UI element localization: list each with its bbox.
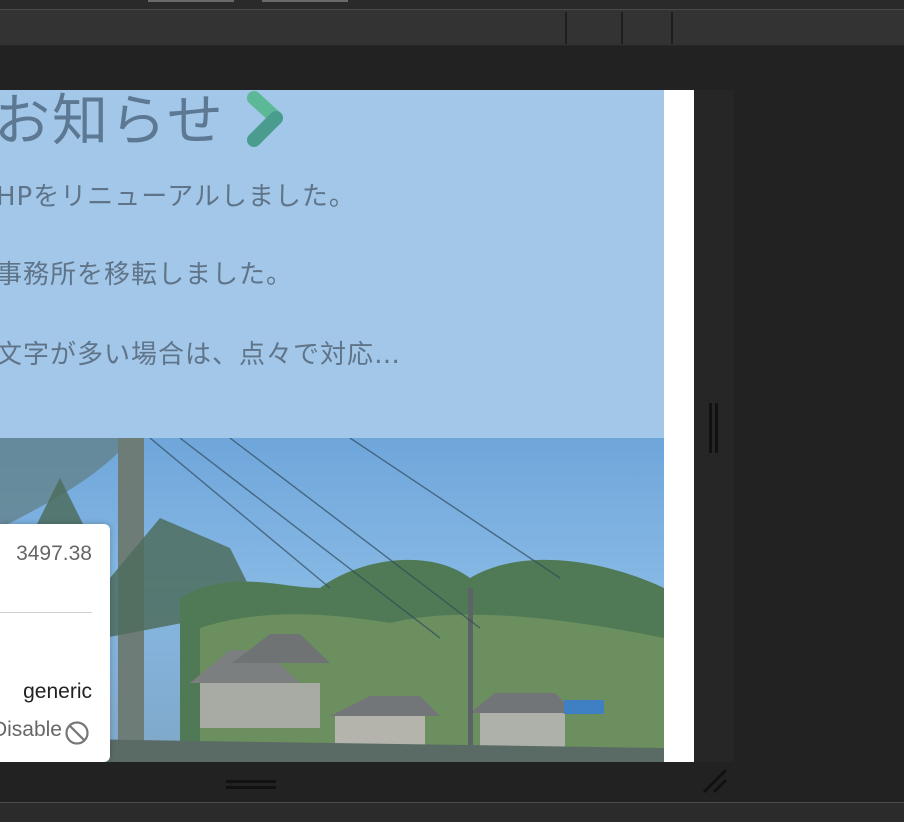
value-readout[interactable]: 3497.38 (16, 542, 92, 566)
divider (0, 612, 92, 613)
properties-panel: 3497.38 generic Disable (0, 524, 110, 762)
horizontal-resize-grip-icon[interactable] (226, 778, 276, 790)
news-section: お知らせ HPをリニューアルしました。 事務所を移転しました。 文字が多い場合は… (0, 90, 664, 438)
toolbar-separator (565, 12, 567, 44)
preview-page: お知らせ HPをリニューアルしました。 事務所を移転しました。 文字が多い場合は… (0, 90, 694, 762)
news-item[interactable]: HPをリニューアルしました。 (0, 176, 356, 213)
resize-corner-icon[interactable] (700, 766, 728, 794)
no-entry-icon[interactable] (64, 720, 90, 746)
top-bar (0, 0, 904, 10)
toolbar-separator (671, 12, 673, 44)
news-item[interactable]: 文字が多い場合は、点々で対応… (0, 334, 401, 371)
disable-option[interactable]: Disable (0, 718, 62, 742)
generic-label: generic (23, 680, 92, 703)
top-tab-2[interactable] (262, 0, 348, 2)
news-item[interactable]: 事務所を移転しました。 (0, 254, 293, 291)
toolbar (0, 10, 904, 46)
status-bar (0, 802, 904, 822)
toolbar-separator (621, 12, 623, 44)
vertical-resize-grip-icon[interactable] (708, 403, 720, 453)
news-title: お知らせ (0, 90, 225, 154)
top-tab-1[interactable] (148, 0, 234, 2)
chevron-right-icon[interactable] (240, 90, 290, 150)
